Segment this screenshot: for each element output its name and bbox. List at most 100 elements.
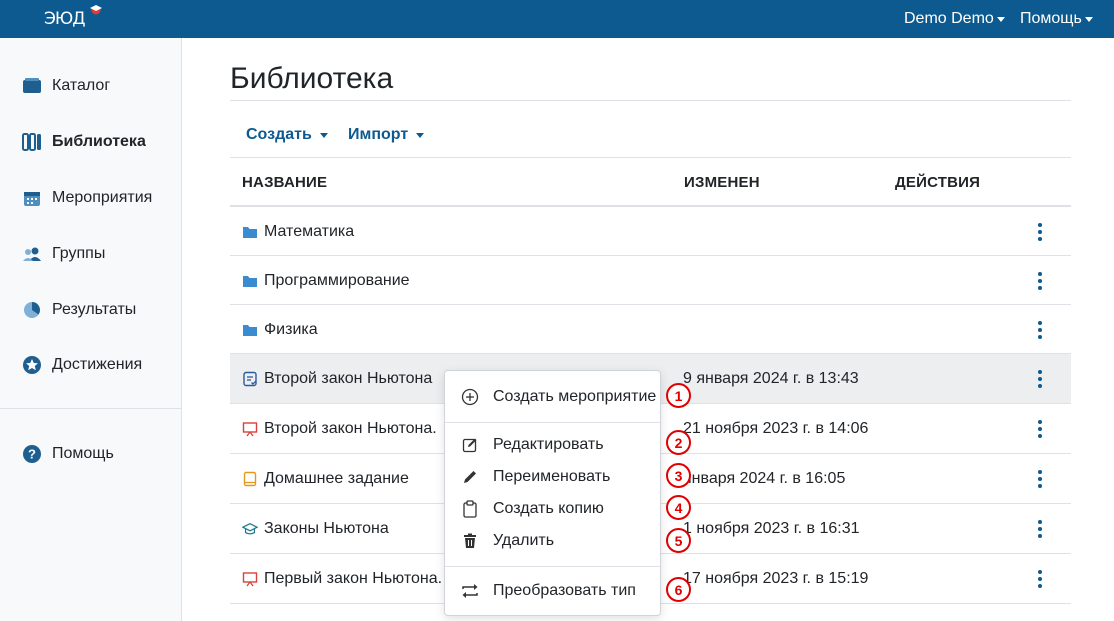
course-icon [242, 521, 258, 537]
plus-circle-icon [461, 388, 479, 406]
logo-text: ЭЮД [44, 9, 86, 29]
step-badge-6: 6 [666, 577, 691, 602]
catalog-icon [22, 76, 42, 96]
step-badge-4: 4 [666, 495, 691, 520]
table-header: НАЗВАНИЕ ИЗМЕНЕН ДЕЙСТВИЯ [230, 157, 1071, 207]
step-badge-1: 1 [666, 383, 691, 408]
folder-icon [242, 224, 258, 240]
row-name: Первый закон Ньютона. [264, 570, 443, 587]
row-actions-kebab-icon[interactable] [1030, 305, 1050, 354]
title-divider [230, 100, 1071, 101]
caret-down-icon [319, 132, 328, 138]
row-name-cell[interactable]: Второй закон Ньютона. [242, 404, 437, 454]
caret-down-icon [996, 16, 1005, 22]
row-name: Второй закон Ньютона. [264, 420, 437, 437]
row-name-cell[interactable]: Второй закон Ньютона [242, 354, 432, 403]
row-actions-kebab-icon[interactable] [1030, 554, 1050, 604]
presentation-icon [242, 421, 258, 437]
sidebar-item-catalog[interactable]: Каталог [0, 66, 181, 106]
sidebar-item-groups[interactable]: Группы [0, 234, 181, 274]
sidebar-item-label: Библиотека [52, 133, 146, 150]
row-name-cell[interactable]: Физика [242, 305, 318, 354]
row-modified: 17 ноября 2023 г. в 15:19 [683, 570, 869, 587]
star-icon [22, 355, 42, 375]
trash-icon [461, 532, 479, 550]
menu-item-delete[interactable]: Удалить [445, 526, 660, 556]
menu-item-convert-type[interactable]: Преобразовать тип [445, 576, 660, 606]
table-row[interactable]: Физика [230, 305, 1071, 354]
row-actions-kebab-icon[interactable] [1030, 404, 1050, 454]
sidebar: Каталог Библиотека Мероприятия Группы Ре… [0, 38, 182, 621]
users-icon [22, 244, 42, 264]
menu-item-copy[interactable]: Создать копию [445, 494, 660, 524]
row-actions-kebab-icon[interactable] [1030, 504, 1050, 554]
menu-divider [445, 566, 660, 567]
step-badge-5: 5 [666, 528, 691, 553]
pie-chart-icon [22, 300, 42, 320]
menu-item-label: Переименовать [493, 468, 611, 485]
calendar-icon [22, 188, 42, 208]
menu-divider [445, 422, 660, 423]
step-badge-2: 2 [666, 430, 691, 455]
row-name-cell[interactable]: Законы Ньютона [242, 504, 389, 554]
menu-item-create-event[interactable]: Создать мероприятие [445, 382, 660, 412]
row-name-cell[interactable]: Программирование [242, 256, 410, 305]
menu-item-label: Преобразовать тип [493, 582, 636, 599]
menu-item-label: Создать копию [493, 500, 604, 517]
table-row[interactable]: Программирование [230, 256, 1071, 305]
column-header-actions: ДЕЙСТВИЯ [895, 174, 981, 191]
menu-item-rename[interactable]: Переименовать [445, 462, 660, 492]
library-icon [22, 132, 42, 152]
sidebar-item-label: Достижения [52, 356, 143, 373]
row-actions-kebab-icon[interactable] [1030, 207, 1050, 256]
row-name: Домашнее задание [264, 470, 409, 487]
create-dropdown-button[interactable]: Создать [246, 126, 328, 144]
row-name-cell[interactable]: Математика [242, 207, 354, 256]
row-name: Второй закон Ньютона [264, 369, 433, 387]
column-header-name[interactable]: НАЗВАНИЕ [242, 174, 327, 191]
column-header-modified[interactable]: ИЗМЕНЕН [684, 174, 760, 191]
sidebar-item-label: Группы [52, 245, 106, 262]
sidebar-divider [0, 408, 181, 409]
row-modified: 9 января 2024 г. в 13:43 [683, 369, 859, 387]
folder-icon [242, 273, 258, 289]
row-name-cell[interactable]: Домашнее задание [242, 454, 409, 504]
sidebar-item-results[interactable]: Результаты [0, 290, 181, 330]
sidebar-item-label: Каталог [52, 77, 111, 94]
edit-icon [461, 436, 479, 454]
sidebar-item-achievements[interactable]: Достижения [0, 345, 181, 385]
sidebar-item-label: Мероприятия [52, 189, 153, 206]
row-name: Законы Ньютона [264, 520, 389, 537]
row-modified: января 2024 г. в 16:05 [683, 470, 846, 487]
create-button-label: Создать [246, 126, 312, 143]
top-navbar: ЭЮД Demo Demo Помощь [0, 0, 1114, 38]
row-actions-kebab-icon[interactable] [1030, 454, 1050, 504]
svg-text:?: ? [28, 447, 36, 462]
help-menu-dropdown[interactable]: Помощь [1020, 0, 1093, 38]
pencil-icon [461, 468, 479, 486]
table-row[interactable]: Математика [230, 207, 1071, 256]
menu-item-label: Редактировать [493, 436, 604, 453]
brand-logo[interactable]: ЭЮД [44, 5, 102, 32]
row-name-cell[interactable]: Первый закон Ньютона. [242, 554, 442, 604]
question-circle-icon: ? [22, 444, 42, 464]
import-button-label: Импорт [348, 126, 409, 143]
step-badge-3: 3 [666, 463, 691, 488]
menu-item-edit[interactable]: Редактировать [445, 430, 660, 460]
row-modified: 21 ноября 2023 г. в 14:06 [683, 420, 869, 437]
row-actions-kebab-icon[interactable] [1030, 256, 1050, 305]
sidebar-item-help[interactable]: ? Помощь [0, 434, 181, 474]
row-name: Программирование [264, 271, 410, 289]
help-menu-label: Помощь [1020, 10, 1082, 27]
row-context-menu: Создать мероприятие Редактировать Переим… [444, 370, 661, 616]
menu-item-label: Удалить [493, 532, 555, 549]
page-title: Библиотека [230, 62, 394, 95]
user-menu-dropdown[interactable]: Demo Demo [904, 0, 1005, 38]
import-dropdown-button[interactable]: Импорт [348, 126, 425, 144]
sidebar-item-events[interactable]: Мероприятия [0, 178, 181, 218]
clipboard-icon [461, 500, 479, 518]
user-name: Demo Demo [904, 10, 994, 27]
row-actions-kebab-icon[interactable] [1030, 354, 1050, 404]
sidebar-item-library[interactable]: Библиотека [0, 122, 181, 162]
caret-down-icon [416, 132, 425, 138]
